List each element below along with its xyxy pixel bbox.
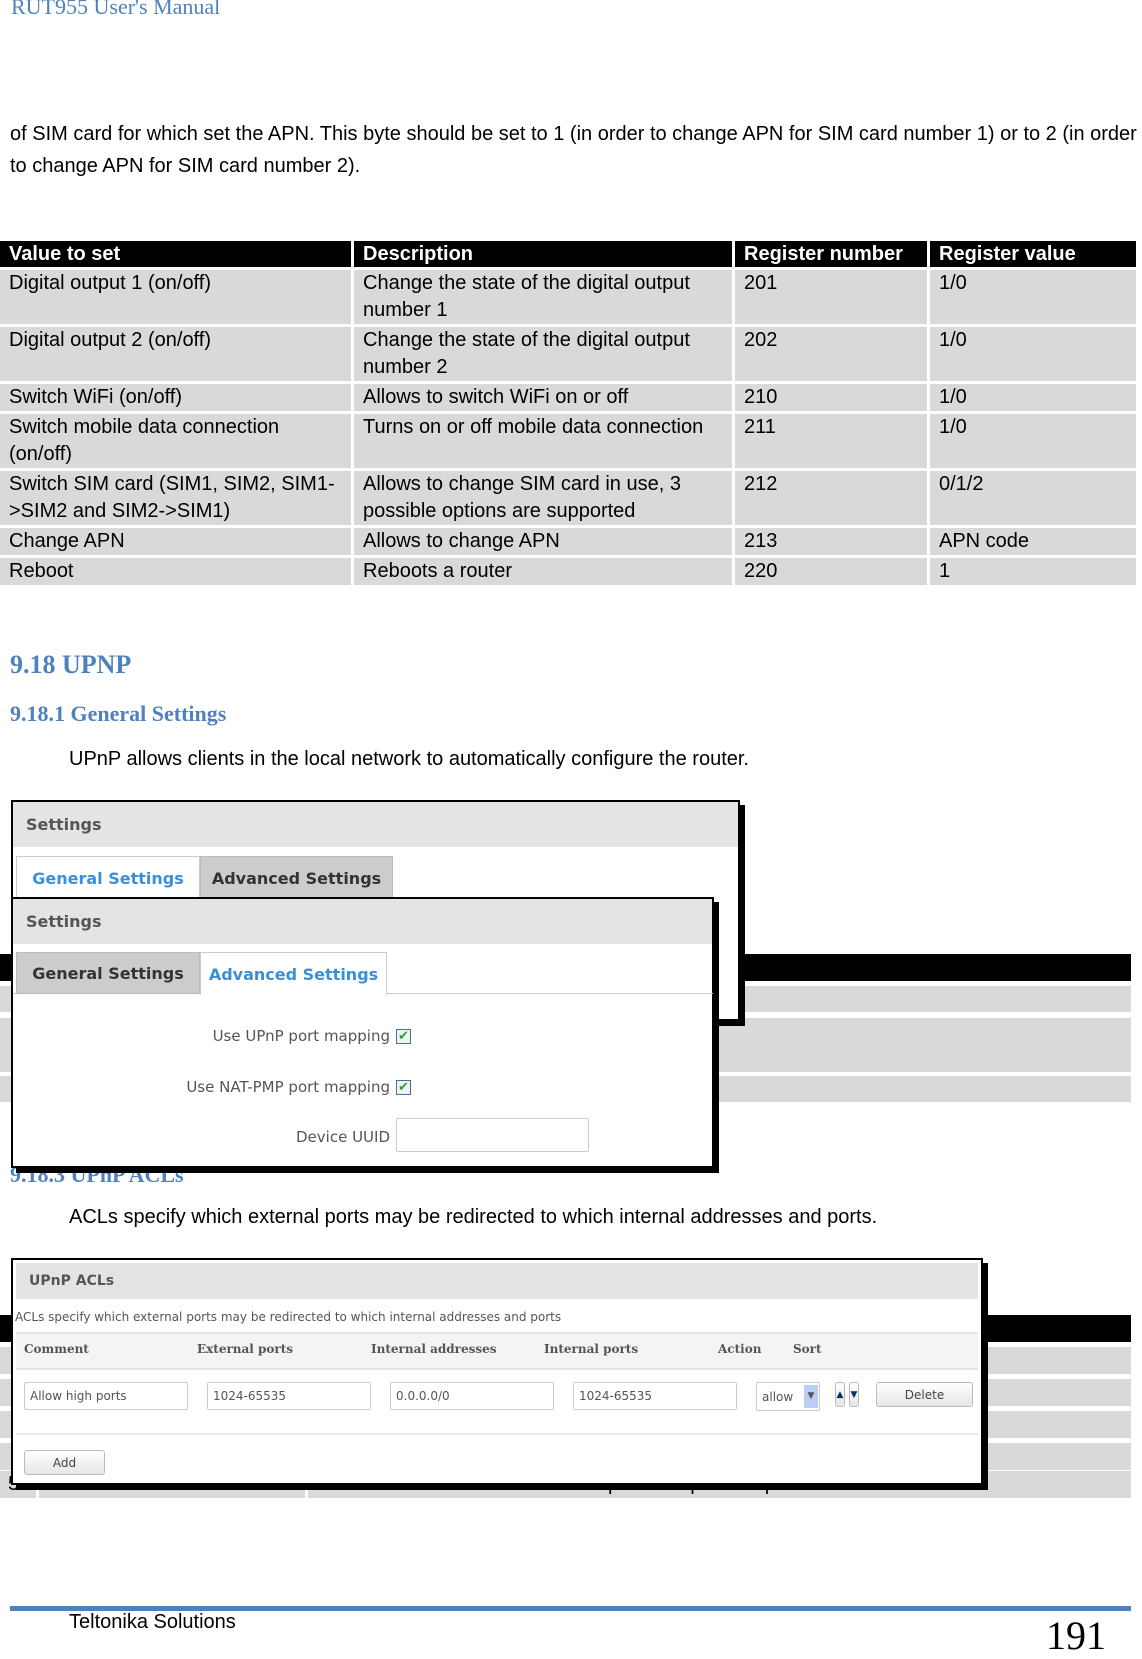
- table-cell: Digital output 1 (on/off): [0, 270, 351, 324]
- acl-description: ACLs specify which external ports may be…: [15, 1310, 562, 1324]
- add-button[interactable]: Add: [24, 1450, 105, 1475]
- table-cell: Allows to change APN: [354, 528, 732, 555]
- table-cell: APN code: [930, 528, 1136, 555]
- tab-advanced-settings[interactable]: Advanced Settings: [200, 856, 393, 900]
- table-cell: 210: [735, 384, 927, 411]
- table-row: Switch WiFi (on/off) Allows to switch WiF…: [0, 384, 1136, 411]
- table-cell: 1/0: [930, 384, 1136, 411]
- table-row: Switch mobile data connection (on/off) Tu…: [0, 414, 1136, 468]
- check-icon: ✔: [398, 1029, 409, 1044]
- table-cell: Change the state of the digital output n…: [354, 327, 732, 381]
- table-cell: Allows to change SIM card in use, 3 poss…: [354, 471, 732, 525]
- panel-title: Settings: [13, 899, 712, 944]
- table-cell: 1/0: [930, 270, 1136, 324]
- table-cell: 0/1/2: [930, 471, 1136, 525]
- table-cell: 201: [735, 270, 927, 324]
- internal-ports-input[interactable]: 1024-65535: [573, 1382, 737, 1410]
- settings-screenshot-advanced: Settings General Settings Advanced Setti…: [11, 897, 714, 1168]
- subsection-text: UPnP allows clients in the local network…: [69, 748, 749, 770]
- panel-title: Settings: [13, 802, 738, 847]
- action-select[interactable]: allow ▼: [756, 1382, 820, 1411]
- chevron-down-icon: ▼: [804, 1385, 818, 1408]
- table-cell: Switch mobile data connection (on/off): [0, 414, 351, 468]
- table-row: Switch SIM card (SIM1, SIM2, SIM1->SIM2 …: [0, 471, 1136, 525]
- natpmp-checkbox[interactable]: ✔: [396, 1080, 411, 1095]
- table-cell: Turns on or off mobile data connection: [354, 414, 732, 468]
- upnp-acl-screenshot: UPnP ACLs ACLs specify which external po…: [11, 1258, 983, 1485]
- page-number: 191: [1046, 1613, 1106, 1658]
- uuid-label: Device UUID: [296, 1128, 390, 1146]
- upnp-label: Use UPnP port mapping: [212, 1027, 390, 1045]
- column-header: Register value: [930, 241, 1136, 267]
- document-header-title: RUT955 User's Manual: [11, 0, 221, 19]
- move-up-button[interactable]: ▲: [835, 1382, 845, 1407]
- column-header: Register number: [735, 241, 927, 267]
- acl-column-header: External ports: [197, 1342, 294, 1356]
- tab-general-settings[interactable]: General Settings: [16, 856, 200, 900]
- natpmp-label: Use NAT-PMP port mapping: [186, 1078, 390, 1096]
- table-cell: Allows to switch WiFi on or off: [354, 384, 732, 411]
- register-table: Value to set Description Register number…: [0, 238, 1139, 588]
- table-row: Digital output 1 (on/off) Change the stat…: [0, 270, 1136, 324]
- table-header-row: Value to set Description Register number…: [0, 241, 1136, 267]
- upnp-checkbox[interactable]: ✔: [396, 1029, 411, 1044]
- delete-button[interactable]: Delete: [876, 1382, 973, 1407]
- divider: [16, 1433, 978, 1435]
- comment-input[interactable]: Allow high ports: [24, 1382, 188, 1410]
- section-title: 9.18 UPNP: [10, 650, 132, 679]
- acl-column-header: Internal ports: [544, 1342, 639, 1356]
- table-cell: Reboot: [0, 558, 351, 585]
- table-cell: Switch WiFi (on/off): [0, 384, 351, 411]
- table-cell: 212: [735, 471, 927, 525]
- check-icon: ✔: [398, 1080, 409, 1095]
- column-header: Value to set: [0, 241, 351, 267]
- tab-general-settings[interactable]: General Settings: [16, 952, 200, 994]
- table-cell: 211: [735, 414, 927, 468]
- column-header: Description: [354, 241, 732, 267]
- acl-column-header: Comment: [24, 1342, 89, 1356]
- table-row: Change APN Allows to change APN 213 APN cod…: [0, 528, 1136, 555]
- move-down-button[interactable]: ▼: [849, 1382, 859, 1407]
- table-cell: Reboots a router: [354, 558, 732, 585]
- subsection-text: ACLs specify which external ports may be…: [69, 1206, 878, 1228]
- table-cell: Switch SIM card (SIM1, SIM2, SIM1->SIM2 …: [0, 471, 351, 525]
- table-cell: 220: [735, 558, 927, 585]
- table-cell: 1: [930, 558, 1136, 585]
- action-value: allow: [762, 1389, 794, 1404]
- subsection-title: 9.18.1 General Settings: [10, 701, 227, 726]
- table-cell: Change the state of the digital output n…: [354, 270, 732, 324]
- external-ports-input[interactable]: 1024-65535: [207, 1382, 371, 1410]
- tab-advanced-settings[interactable]: Advanced Settings: [200, 952, 387, 995]
- table-cell: Change APN: [0, 528, 351, 555]
- arrow-up-icon: ▲: [836, 1389, 844, 1400]
- footer-company: Teltonika Solutions: [69, 1611, 236, 1633]
- table-cell: 1/0: [930, 327, 1136, 381]
- device-uuid-input[interactable]: [396, 1118, 589, 1152]
- table-row: Reboot Reboots a router 220 1: [0, 558, 1136, 585]
- internal-addresses-input[interactable]: 0.0.0.0/0: [390, 1382, 554, 1410]
- panel-title: UPnP ACLs: [16, 1263, 978, 1299]
- table-cell: 213: [735, 528, 927, 555]
- table-cell: 1/0: [930, 414, 1136, 468]
- acl-column-header: Internal addresses: [371, 1342, 497, 1356]
- arrow-down-icon: ▼: [850, 1389, 858, 1400]
- intro-paragraph: of SIM card for which set the APN. This …: [10, 123, 1137, 177]
- acl-header-row: [16, 1332, 978, 1370]
- acl-column-header: Sort: [793, 1342, 822, 1356]
- table-cell: 202: [735, 327, 927, 381]
- table-row: Digital output 2 (on/off) Change the stat…: [0, 327, 1136, 381]
- table-cell: Digital output 2 (on/off): [0, 327, 351, 381]
- acl-column-header: Action: [718, 1342, 762, 1356]
